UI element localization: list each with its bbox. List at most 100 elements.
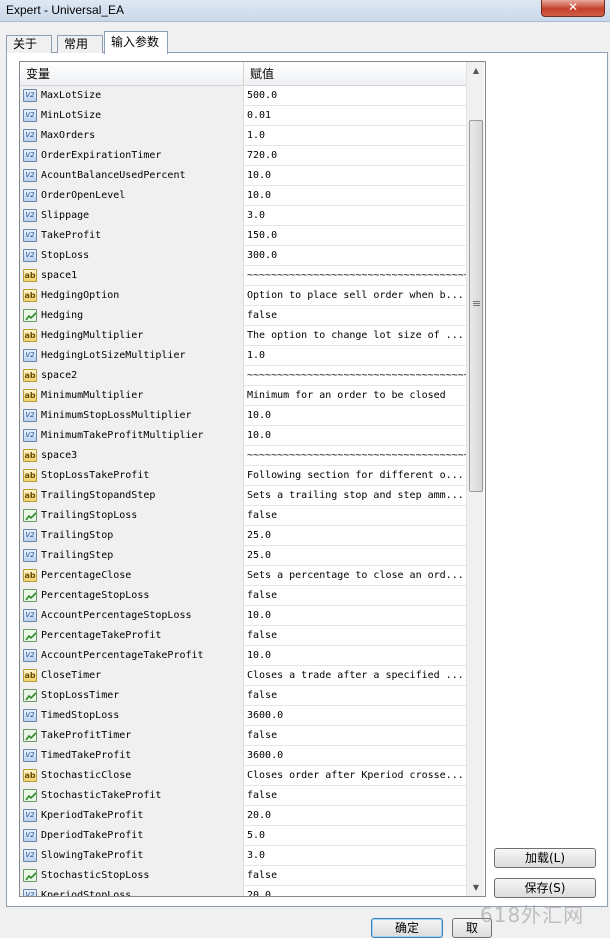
scroll-thumb[interactable]	[469, 120, 483, 492]
value-cell[interactable]: false	[244, 726, 467, 746]
table-row[interactable]: PercentageTakeProfit false	[20, 626, 467, 646]
value-cell[interactable]: false	[244, 786, 467, 806]
tab-about[interactable]: 关于	[6, 35, 52, 53]
table-row[interactable]: StopLossTimer false	[20, 686, 467, 706]
table-row[interactable]: V2 SlowingTakeProfit 3.0	[20, 846, 467, 866]
table-row[interactable]: PercentageStopLoss false	[20, 586, 467, 606]
scroll-down-arrow-icon[interactable]: ▼	[467, 879, 485, 896]
table-row[interactable]: ab MinimumMultiplier Minimum for an order …	[20, 386, 467, 406]
table-row[interactable]: V2 TrailingStep 25.0	[20, 546, 467, 566]
value-cell[interactable]: 300.0	[244, 246, 467, 266]
value-cell[interactable]: Sets a percentage to close an ord...	[244, 566, 467, 586]
table-row[interactable]: ab space2 ~~~~~~~~~~~~~~~~~~~~~~~~~~~~~~~~…	[20, 366, 467, 386]
value-cell[interactable]: 3.0	[244, 846, 467, 866]
table-row[interactable]: V2 MinLotSize 0.01	[20, 106, 467, 126]
ok-button[interactable]: 确定	[371, 918, 443, 938]
variable-name-cell: ab CloseTimer	[20, 666, 244, 686]
table-row[interactable]: V2 StopLoss 300.0	[20, 246, 467, 266]
value-cell[interactable]: false	[244, 306, 467, 326]
table-row[interactable]: TakeProfitTimer false	[20, 726, 467, 746]
table-row[interactable]: V2 KperiodTakeProfit 20.0	[20, 806, 467, 826]
value-cell[interactable]: The option to change lot size of ...	[244, 326, 467, 346]
value-cell[interactable]: false	[244, 586, 467, 606]
table-row[interactable]: ab StopLossTakeProfit Following section fo…	[20, 466, 467, 486]
column-header-value[interactable]: 赋值	[244, 62, 467, 86]
value-cell[interactable]: 3.0	[244, 206, 467, 226]
value-cell[interactable]: 0.01	[244, 106, 467, 126]
value-cell[interactable]: 3600.0	[244, 706, 467, 726]
value-cell[interactable]: 500.0	[244, 86, 467, 106]
value-cell[interactable]: 1.0	[244, 126, 467, 146]
table-row[interactable]: ab CloseTimer Closes a trade after a speci…	[20, 666, 467, 686]
table-row[interactable]: ab StochasticClose Closes order after Kper…	[20, 766, 467, 786]
value-cell[interactable]: 10.0	[244, 406, 467, 426]
value-cell[interactable]: 10.0	[244, 606, 467, 626]
table-row[interactable]: Hedging false	[20, 306, 467, 326]
value-cell[interactable]: 20.0	[244, 806, 467, 826]
table-row[interactable]: V2 OrderOpenLevel 10.0	[20, 186, 467, 206]
value-cell[interactable]: Closes a trade after a specified ...	[244, 666, 467, 686]
table-row[interactable]: V2 MaxOrders 1.0	[20, 126, 467, 146]
table-row[interactable]: ab PercentageClose Sets a percentage to cl…	[20, 566, 467, 586]
table-row[interactable]: V2 TimedTakeProfit 3600.0	[20, 746, 467, 766]
value-cell[interactable]: Option to place sell order when b...	[244, 286, 467, 306]
table-row[interactable]: V2 AccountPercentageStopLoss 10.0	[20, 606, 467, 626]
value-cell[interactable]: 5.0	[244, 826, 467, 846]
save-button[interactable]: 保存(S)	[494, 878, 596, 898]
value-cell[interactable]: 10.0	[244, 166, 467, 186]
value-cell[interactable]: 25.0	[244, 526, 467, 546]
value-cell[interactable]: 1.0	[244, 346, 467, 366]
table-row[interactable]: V2 OrderExpirationTimer 720.0	[20, 146, 467, 166]
table-row[interactable]: StochasticTakeProfit false	[20, 786, 467, 806]
table-row[interactable]: V2 TrailingStop 25.0	[20, 526, 467, 546]
vertical-scrollbar[interactable]: ▲ ▼	[466, 62, 484, 896]
value-cell[interactable]: Following section for different o...	[244, 466, 467, 486]
table-row[interactable]: TrailingStopLoss false	[20, 506, 467, 526]
value-cell[interactable]: false	[244, 626, 467, 646]
close-button[interactable]: ✕	[541, 0, 605, 17]
variable-name: OrderExpirationTimer	[41, 150, 162, 161]
table-row[interactable]: ab space3 ~~~~~~~~~~~~~~~~~~~~~~~~~~~~~~~~…	[20, 446, 467, 466]
value-cell[interactable]: Closes order after Kperiod crosse...	[244, 766, 467, 786]
value-cell[interactable]: false	[244, 686, 467, 706]
table-row[interactable]: ab space1 ~~~~~~~~~~~~~~~~~~~~~~~~~~~~~~~~…	[20, 266, 467, 286]
table-row[interactable]: StochasticStopLoss false	[20, 866, 467, 886]
table-row[interactable]: V2 AcountBalanceUsedPercent 10.0	[20, 166, 467, 186]
value-cell[interactable]: 150.0	[244, 226, 467, 246]
value-cell[interactable]: ~~~~~~~~~~~~~~~~~~~~~~~~~~~~~~~~~~~~~~..…	[244, 266, 467, 286]
table-row[interactable]: ab HedgingOption Option to place sell orde…	[20, 286, 467, 306]
value-cell[interactable]: 10.0	[244, 646, 467, 666]
tab-input-parameters[interactable]: 输入参数	[104, 31, 168, 54]
table-row[interactable]: V2 MinimumStopLossMultiplier 10.0	[20, 406, 467, 426]
load-button[interactable]: 加载(L)	[494, 848, 596, 868]
table-row[interactable]: ab TrailingStopandStep Sets a trailing sto…	[20, 486, 467, 506]
value-cell[interactable]: Minimum for an order to be closed	[244, 386, 467, 406]
value-cell[interactable]: false	[244, 506, 467, 526]
value-cell[interactable]: 720.0	[244, 146, 467, 166]
value-cell[interactable]: 20.0	[244, 886, 467, 896]
table-row[interactable]: V2 AccountPercentageTakeProfit 10.0	[20, 646, 467, 666]
variable-name: StochasticTakeProfit	[41, 790, 162, 801]
tab-common[interactable]: 常用	[57, 35, 103, 53]
value-cell[interactable]: 10.0	[244, 426, 467, 446]
value-cell[interactable]: ~~~~~~~~~~~~~~~~~~~~~~~~~~~~~~~~~~~~~~..…	[244, 446, 467, 466]
value-cell[interactable]: 10.0	[244, 186, 467, 206]
table-row[interactable]: V2 MaxLotSize 500.0	[20, 86, 467, 106]
value-cell[interactable]: false	[244, 866, 467, 886]
column-header-variable[interactable]: 变量	[20, 62, 244, 86]
table-row[interactable]: V2 TakeProfit 150.0	[20, 226, 467, 246]
table-row[interactable]: V2 KperiodStopLoss 20.0	[20, 886, 467, 897]
variable-name: KperiodStopLoss	[41, 890, 132, 897]
table-row[interactable]: V2 Slippage 3.0	[20, 206, 467, 226]
parameters-grid: 变量 赋值 V2 MaxLotSize 500.0 V2 MinLotSize 0.01 V…	[19, 61, 486, 897]
table-row[interactable]: V2 MinimumTakeProfitMultiplier 10.0	[20, 426, 467, 446]
table-row[interactable]: V2 HedgingLotSizeMultiplier 1.0	[20, 346, 467, 366]
table-row[interactable]: V2 TimedStopLoss 3600.0	[20, 706, 467, 726]
value-cell[interactable]: 25.0	[244, 546, 467, 566]
value-cell[interactable]: 3600.0	[244, 746, 467, 766]
table-row[interactable]: V2 DperiodTakeProfit 5.0	[20, 826, 467, 846]
value-cell[interactable]: ~~~~~~~~~~~~~~~~~~~~~~~~~~~~~~~~~~~~~~..…	[244, 366, 467, 386]
table-row[interactable]: ab HedgingMultiplier The option to change …	[20, 326, 467, 346]
scroll-up-arrow-icon[interactable]: ▲	[467, 62, 485, 79]
value-cell[interactable]: Sets a trailing stop and step amm...	[244, 486, 467, 506]
